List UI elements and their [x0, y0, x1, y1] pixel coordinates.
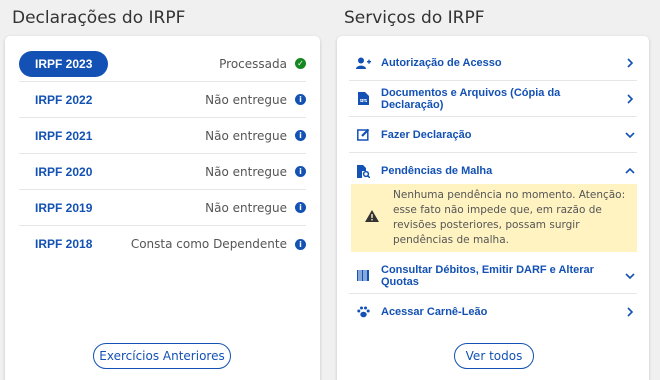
chevron-down-icon: [623, 272, 637, 280]
year-status: Não entregue i: [205, 201, 306, 215]
svg-text:PDF: PDF: [360, 99, 367, 103]
status-text: Não entregue: [205, 128, 287, 143]
service-item-documentos[interactable]: PDF Documentos e Arquivos (Cópia da Decl…: [349, 81, 637, 117]
year-row-2021[interactable]: IRPF 2021 Não entregue i: [19, 118, 306, 154]
year-label[interactable]: IRPF 2022: [19, 93, 92, 107]
warning-text: Nenhuma pendência no momento. Atenção: e…: [393, 189, 626, 246]
chevron-right-icon: [623, 93, 637, 104]
year-status: Processada ✓: [219, 57, 306, 71]
info-icon[interactable]: i: [295, 94, 306, 105]
paw-icon: [355, 306, 371, 318]
year-label[interactable]: IRPF 2021: [19, 129, 92, 143]
service-item-autorizacao[interactable]: Autorização de Acesso: [349, 45, 637, 81]
add-user-icon: [355, 57, 371, 69]
status-text: Processada: [219, 56, 287, 71]
declaracoes-panel: IRPF 2023 Processada ✓ IRPF 2022 Não ent…: [5, 36, 320, 380]
year-status: Não entregue i: [205, 93, 306, 107]
pendencias-warning: Nenhuma pendência no momento. Atenção: e…: [351, 184, 637, 252]
servicos-panel: Autorização de Acesso PDF Documentos e A…: [337, 36, 649, 380]
status-text: Consta como Dependente: [130, 237, 287, 251]
service-label: Documentos e Arquivos (Cópia da Declaraç…: [381, 86, 561, 111]
year-row-2022[interactable]: IRPF 2022 Não entregue i: [19, 82, 306, 118]
year-label[interactable]: IRPF 2020: [19, 165, 92, 179]
service-item-carne-leao[interactable]: Acessar Carnê-Leão: [349, 294, 637, 330]
service-item-fazer-declaracao[interactable]: Fazer Declaração: [349, 117, 637, 153]
declaracoes-title: Declarações do IRPF: [12, 8, 186, 28]
status-text: Não entregue: [205, 200, 287, 215]
status-text: Não entregue: [205, 164, 287, 179]
service-label: Autorização de Acesso: [381, 56, 502, 69]
info-icon[interactable]: i: [295, 238, 306, 250]
year-status: Não entregue i: [205, 129, 306, 143]
chevron-right-icon: [623, 57, 637, 68]
warning-icon: [365, 209, 379, 227]
chevron-up-icon: [623, 167, 637, 175]
year-status: Consta como Dependente i: [131, 237, 306, 251]
service-label: Pendências de Malha: [381, 165, 493, 177]
pdf-file-icon: PDF: [355, 92, 371, 105]
status-text: Não entregue: [205, 92, 287, 107]
servicos-title: Serviços do IRPF: [344, 8, 485, 28]
service-item-consultar-debitos[interactable]: Consultar Débitos, Emitir DARF e Alterar…: [349, 258, 637, 294]
info-icon[interactable]: i: [295, 130, 306, 141]
service-label: Fazer Declaração: [381, 128, 472, 141]
year-row-2023[interactable]: IRPF 2023 Processada ✓: [19, 46, 306, 82]
check-circle-icon: ✓: [295, 58, 306, 69]
info-icon[interactable]: i: [295, 202, 306, 213]
chevron-right-icon: [623, 307, 637, 317]
edit-icon: [355, 128, 371, 141]
exercicios-anteriores-button[interactable]: Exercícios Anteriores: [93, 343, 231, 369]
info-icon[interactable]: i: [295, 166, 306, 177]
year-label[interactable]: IRPF 2019: [19, 201, 92, 215]
chevron-down-icon: [623, 131, 637, 139]
year-row-2019[interactable]: IRPF 2019 Não entregue i: [19, 190, 306, 226]
file-search-icon: [355, 164, 371, 178]
year-label[interactable]: IRPF 2018: [19, 237, 92, 251]
year-label[interactable]: IRPF 2023: [19, 50, 109, 77]
ver-todos-button[interactable]: Ver todos: [454, 343, 534, 369]
service-label: Consultar Débitos, Emitir DARF e Alterar…: [381, 263, 594, 288]
service-label: Acessar Carnê-Leão: [381, 306, 488, 318]
year-row-2018[interactable]: IRPF 2018 Consta como Dependente i: [19, 226, 306, 262]
barcode-icon: [355, 270, 371, 281]
year-status: Não entregue i: [205, 165, 306, 179]
year-row-2020[interactable]: IRPF 2020 Não entregue i: [19, 154, 306, 190]
